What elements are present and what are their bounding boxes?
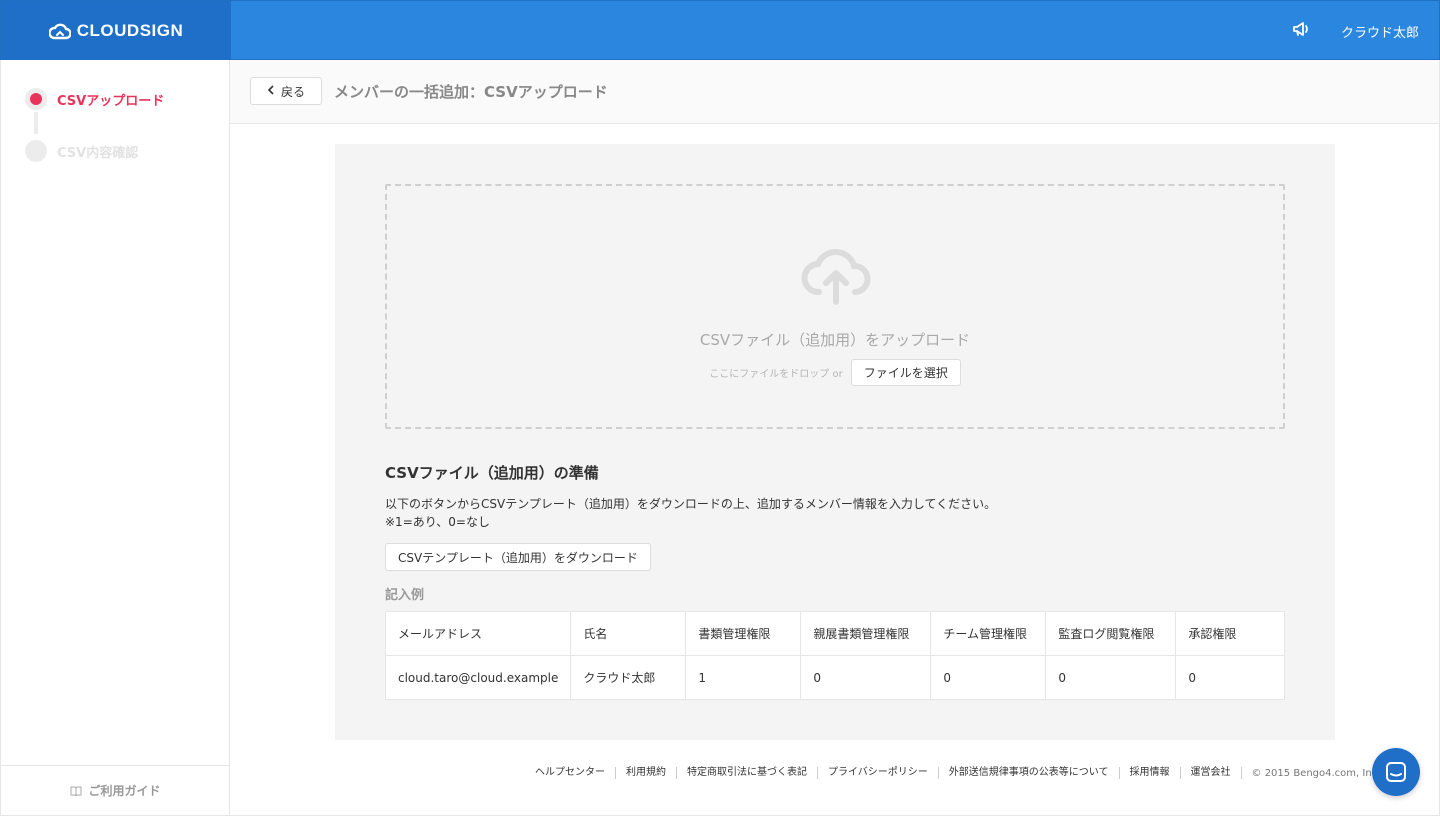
column-header: 承認権限 [1175, 611, 1285, 656]
chat-icon [1386, 762, 1406, 782]
prep-title: CSVファイル（追加用）の準備 [385, 464, 599, 482]
column-header: 書類管理権限 [685, 611, 802, 656]
step-label: CSV内容確認 [57, 145, 139, 161]
footer-link-help[interactable]: ヘルプセンター [525, 767, 616, 779]
footer: ヘルプセンター 利用規約 特定商取引法に基づく表記 プライバシーポリシー 外部送… [525, 767, 1380, 779]
column-header: 監査ログ閲覧権限 [1045, 611, 1177, 656]
prep-description: 以下のボタンからCSVテンプレート（追加用）をダウンロードの上、追加するメンバー… [385, 495, 996, 531]
select-file-button[interactable]: ファイルを選択 [850, 359, 961, 386]
table-header-row: メールアドレス 氏名 書類管理権限 親展書類管理権限 チーム管理権限 監査ログ閲… [384, 611, 1285, 656]
app-header: CLOUDSIGN クラウド太郎 [0, 0, 1440, 61]
step-label: CSVアップロード [57, 93, 165, 109]
page-title: メンバーの一括追加：CSVアップロード [334, 83, 608, 101]
prep-desc-line: 以下のボタンからCSVテンプレート（追加用）をダウンロードの上、追加するメンバー… [385, 497, 997, 511]
prep-note: ※1=あり、0=なし [385, 515, 490, 529]
step-csv-upload: CSVアップロード [25, 88, 164, 110]
footer-link-privacy[interactable]: プライバシーポリシー [818, 767, 939, 779]
table-cell: 0 [930, 655, 1047, 700]
column-header: メールアドレス [384, 611, 572, 656]
table-cell: cloud.taro@cloud.example [384, 655, 572, 700]
footer-link-external[interactable]: 外部送信規律事項の公表等について [939, 767, 1120, 779]
logo[interactable]: CLOUDSIGN [1, 1, 231, 61]
download-template-button[interactable]: CSVテンプレート（追加用）をダウンロード [385, 543, 651, 571]
file-dropzone[interactable]: CSVファイル（追加用）をアップロード ここにファイルをドロップ or ファイル… [385, 184, 1285, 429]
main-content: 戻る メンバーの一括追加：CSVアップロード CSVファイル（追加用）をアップロ… [230, 60, 1440, 816]
column-header: 氏名 [570, 611, 687, 656]
example-table: メールアドレス 氏名 書類管理権限 親展書類管理権限 チーム管理権限 監査ログ閲… [384, 611, 1285, 700]
copyright: © 2015 Bengo4.com, Inc. [1251, 767, 1381, 779]
table-cell: 0 [1175, 655, 1285, 700]
cloud-upload-icon [801, 244, 871, 310]
back-button[interactable]: 戻る [250, 77, 322, 105]
table-cell: 0 [1045, 655, 1177, 700]
step-indicator-inactive [25, 140, 47, 162]
dropzone-title: CSVファイル（追加用）をアップロード [699, 331, 971, 349]
table-row: cloud.taro@cloud.example クラウド太郎 1 0 0 0 … [384, 655, 1285, 700]
column-header: チーム管理権限 [930, 611, 1047, 656]
step-indicator-active [25, 88, 47, 110]
cloud-logo-icon [48, 23, 71, 40]
chat-button[interactable] [1372, 748, 1420, 796]
dropzone-hint: ここにファイルをドロップ or [709, 369, 843, 380]
footer-link-careers[interactable]: 採用情報 [1120, 767, 1181, 779]
usage-guide-label: ご利用ガイド [88, 784, 161, 798]
step-csv-confirm: CSV内容確認 [25, 140, 138, 162]
title-bar: 戻る メンバーの一括追加：CSVアップロード [230, 60, 1439, 124]
usage-guide-link[interactable]: ご利用ガイド [1, 765, 230, 815]
book-icon [70, 786, 82, 796]
column-header: 親展書類管理権限 [800, 611, 932, 656]
back-label: 戻る [280, 84, 305, 99]
footer-link-company[interactable]: 運営会社 [1181, 767, 1242, 779]
footer-link-terms[interactable]: 利用規約 [616, 767, 677, 779]
step-connector [34, 112, 38, 134]
footer-link-commerce[interactable]: 特定商取引法に基づく表記 [677, 767, 818, 779]
example-label: 記入例 [385, 588, 425, 603]
table-cell: クラウド太郎 [570, 655, 687, 700]
upload-panel: CSVファイル（追加用）をアップロード ここにファイルをドロップ or ファイル… [335, 144, 1335, 740]
table-cell: 1 [685, 655, 802, 700]
sidebar: CSVアップロード CSV内容確認 ご利用ガイド [0, 60, 230, 816]
logo-text: CLOUDSIGN [76, 21, 184, 40]
table-cell: 0 [800, 655, 932, 700]
megaphone-icon[interactable] [1291, 20, 1311, 42]
chevron-left-icon [267, 84, 275, 98]
user-menu[interactable]: クラウド太郎 [1341, 22, 1419, 41]
